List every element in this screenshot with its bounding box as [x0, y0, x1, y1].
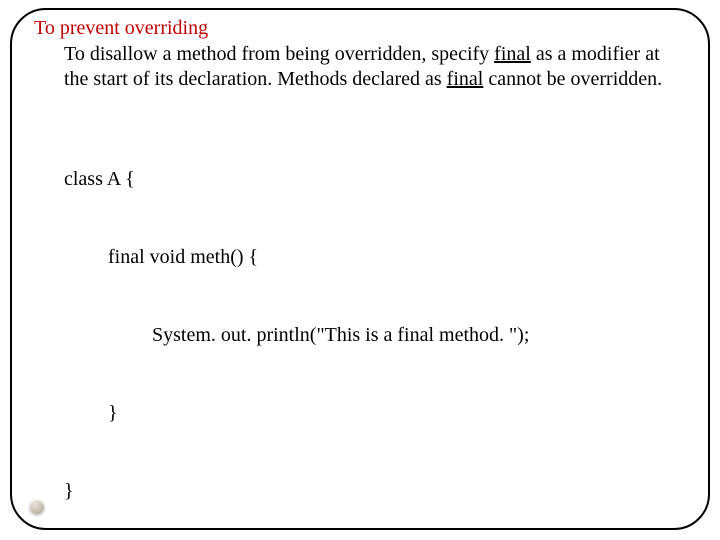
- body-text-part: To disallow a method from being overridd…: [64, 43, 494, 65]
- code-line: System. out. println("This is a final me…: [64, 322, 686, 348]
- page-indicator-icon: [30, 500, 44, 514]
- slide-container: To prevent overriding To disallow a meth…: [0, 0, 720, 540]
- body-text-part: cannot be overridden.: [483, 68, 662, 90]
- slide-body-text: To disallow a method from being overridd…: [34, 42, 686, 92]
- code-line: class A {: [64, 166, 686, 192]
- underline-final-2: final: [447, 68, 484, 90]
- code-block: class A { final void meth() { System. ou…: [34, 114, 686, 530]
- slide-heading: To prevent overriding: [34, 16, 686, 41]
- slide-frame: To prevent overriding To disallow a meth…: [10, 8, 710, 530]
- code-line: }: [64, 400, 686, 426]
- code-line: }: [64, 478, 686, 504]
- code-line: final void meth() {: [64, 244, 686, 270]
- underline-final-1: final: [494, 43, 531, 65]
